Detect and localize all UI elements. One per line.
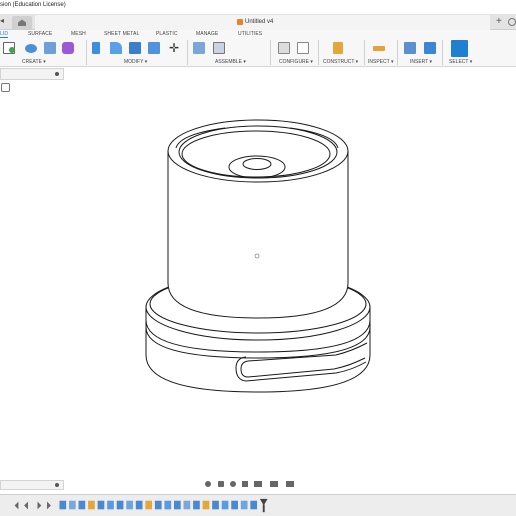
insert-derive-icon[interactable] (404, 42, 416, 54)
insert-menu[interactable]: INSERT ▾ (410, 59, 432, 65)
timeline[interactable] (0, 494, 516, 516)
grid-settings-icon (270, 481, 278, 487)
upper-top (167, 119, 349, 183)
modify-menu[interactable]: MODIFY ▾ (124, 59, 147, 65)
timeline-feature (69, 500, 76, 510)
toolbar-ribbon: LID SURFACE MESH SHEET METAL PLASTIC MAN… (0, 30, 516, 67)
timeline-feature (97, 500, 105, 510)
separator (86, 40, 87, 65)
shell-icon[interactable] (148, 42, 160, 54)
origin-icon[interactable] (1, 83, 10, 92)
timeline-feature (154, 500, 162, 510)
assemble-menu[interactable]: ASSEMBLE ▾ (215, 59, 246, 65)
insert-image-icon[interactable] (424, 42, 436, 54)
tab-scroll-left-icon[interactable]: ◂ (0, 15, 4, 27)
timeline-feature (88, 500, 95, 510)
timeline-feature (250, 500, 258, 510)
tab-surface[interactable]: SURFACE (28, 31, 52, 37)
timeline-feature (221, 500, 229, 510)
viewports-icon (286, 481, 294, 487)
panel-pin-icon[interactable] (55, 72, 59, 76)
display-settings-icon (254, 481, 262, 487)
timeline-feature (231, 500, 238, 510)
create-menu[interactable]: CREATE ▾ (22, 59, 46, 65)
document-tab-bar: ◂ Untitled v4 + (0, 14, 516, 30)
timeline-feature (193, 500, 200, 510)
extrude-icon[interactable] (25, 44, 37, 53)
form-icon[interactable] (62, 42, 74, 54)
fit-icon (242, 481, 248, 487)
timeline-feature (164, 500, 172, 510)
timeline-feature (174, 500, 181, 510)
timeline-next-icon (47, 501, 51, 510)
chamfer-icon[interactable] (129, 42, 141, 54)
home-tab[interactable] (12, 16, 32, 29)
title-bar: sion (Education License) (0, 0, 516, 14)
timeline-marker (262, 504, 265, 513)
navigation-bar (205, 481, 294, 487)
separator (318, 40, 319, 65)
new-component-icon[interactable] (193, 42, 205, 54)
timeline-feature (59, 500, 67, 510)
separator (187, 40, 188, 65)
measure-icon[interactable] (373, 46, 385, 51)
timeline-feature (135, 500, 143, 510)
timeline-play-icon (37, 501, 42, 510)
revolve-icon[interactable] (44, 42, 56, 54)
construct-menu[interactable]: CONSTRUCT ▾ (323, 59, 358, 65)
browser-panel[interactable] (0, 68, 64, 80)
timeline-feature (145, 500, 153, 510)
timeline-feature (107, 500, 114, 510)
tab-utilities[interactable]: UTILITIES (238, 31, 262, 37)
table-icon[interactable] (297, 42, 309, 54)
timeline-feature (202, 500, 210, 510)
timeline-feature (126, 500, 133, 510)
configure-menu[interactable]: CONFIGURE ▾ (279, 59, 313, 65)
comments-panel[interactable] (0, 480, 64, 490)
timeline-feature (212, 500, 219, 510)
separator (270, 40, 271, 65)
tab-plastic[interactable]: PLASTIC (156, 31, 178, 37)
select-menu[interactable]: SELECT ▾ (449, 59, 472, 65)
orbit-icon (205, 481, 211, 487)
fillet-icon[interactable] (110, 42, 122, 54)
home-icon (18, 19, 26, 26)
move-icon[interactable]: ✛ (168, 42, 180, 54)
inspect-menu[interactable]: INSPECT ▾ (368, 59, 393, 65)
timeline-feature (116, 500, 124, 510)
document-title: Untitled v4 (245, 19, 274, 25)
separator (397, 40, 398, 65)
separator (442, 40, 443, 65)
press-pull-icon[interactable] (92, 42, 100, 54)
cube-icon (237, 19, 243, 25)
tab-mesh[interactable]: MESH (71, 31, 86, 37)
timeline-feature (78, 500, 86, 510)
document-tab[interactable]: Untitled v4 (35, 15, 490, 30)
zoom-icon (230, 481, 236, 487)
tab-manage[interactable]: MANAGE (196, 31, 218, 37)
tab-sheet-metal[interactable]: SHEET METAL (104, 31, 139, 37)
plus-icon[interactable]: + (496, 16, 502, 28)
timeline-previous-icon (24, 501, 28, 510)
pan-icon (218, 481, 224, 487)
timeline-marker-icon (259, 498, 268, 506)
tab-solid[interactable]: LID (0, 31, 9, 38)
window-title: sion (Education License) (0, 2, 66, 8)
add-icon (9, 47, 15, 53)
timeline-start-icon (14, 501, 19, 510)
timeline-feature (183, 500, 191, 510)
design-canvas[interactable] (0, 92, 516, 472)
timeline-feature (240, 500, 248, 510)
separator (364, 40, 365, 65)
panel-pin-icon[interactable] (55, 483, 59, 487)
clock-icon[interactable] (508, 18, 516, 26)
joint-icon[interactable] (213, 42, 225, 54)
offset-plane-icon[interactable] (333, 42, 343, 54)
select-icon[interactable] (451, 40, 468, 57)
configure-icon[interactable] (278, 42, 290, 54)
